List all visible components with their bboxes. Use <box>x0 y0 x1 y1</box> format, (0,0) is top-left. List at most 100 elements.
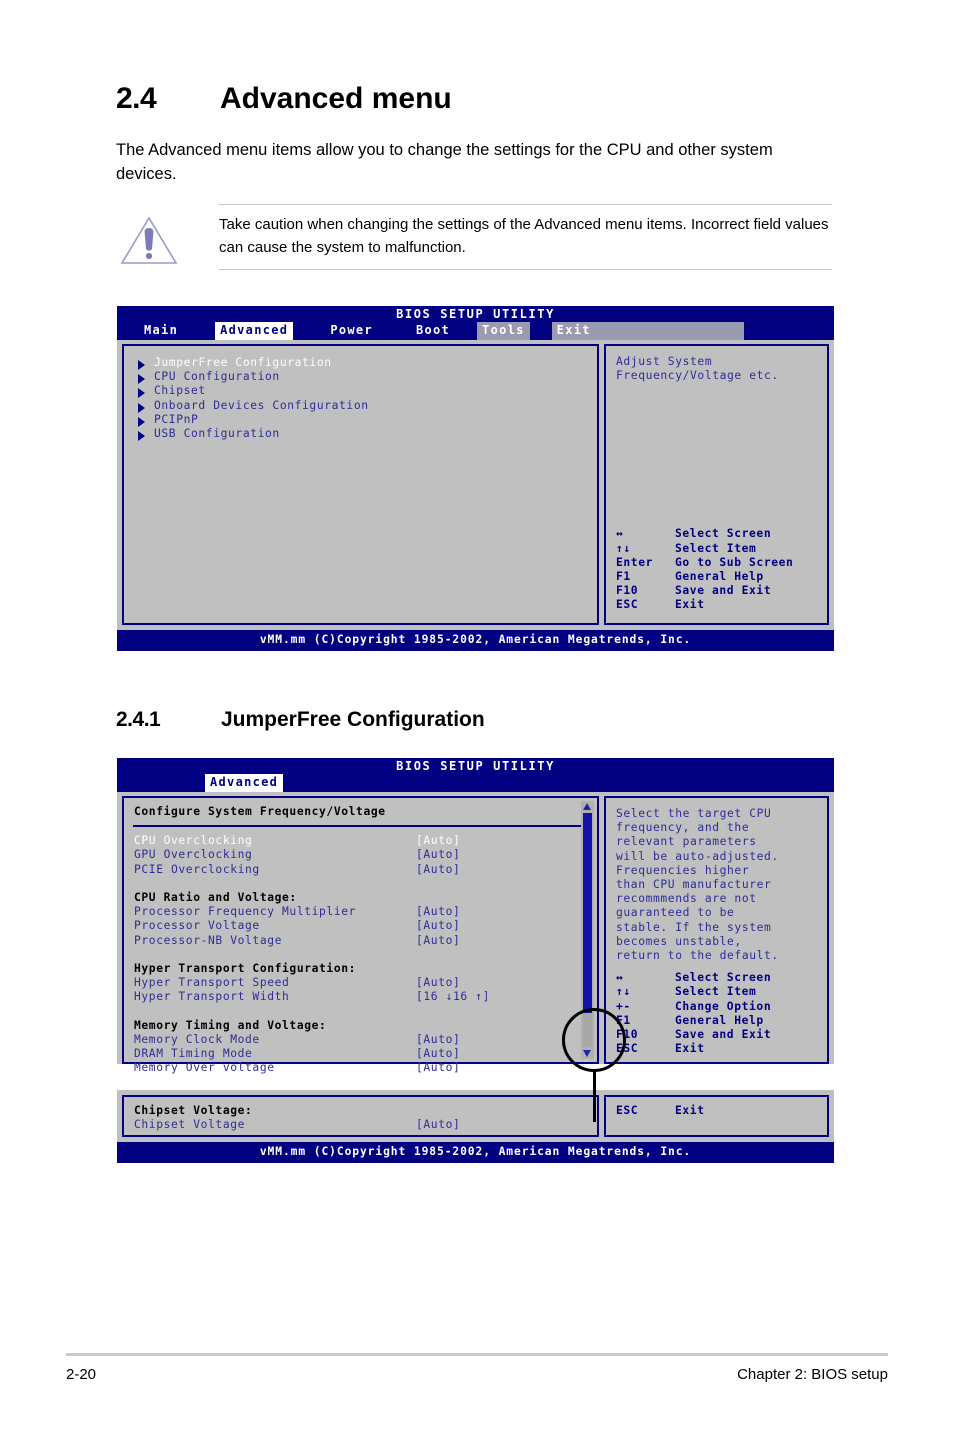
bios-help-text: Adjust System Frequency/Voltage etc. <box>616 355 779 383</box>
submenu-arrow-icon <box>138 431 145 442</box>
setting-row-memory-clock-mode[interactable]: Memory Clock Mode [Auto] <box>124 1033 597 1047</box>
bios-copyright-footer: vMM.mm (C)Copyright 1985-2002, American … <box>117 630 834 652</box>
bios-help-pane: Select the target CPU frequency, and the… <box>604 796 829 1064</box>
bios-menu-item-boot[interactable]: Boot <box>411 322 455 339</box>
setting-row-processor-nb-voltage[interactable]: Processor-NB Voltage [Auto] <box>124 934 597 948</box>
bios-menu-list: JumperFree Configuration CPU Configurati… <box>124 346 597 623</box>
bios-screenshot-advanced-menu: BIOS SETUP UTILITY Main Advanced Power B… <box>117 306 834 652</box>
section-title: JumperFree Configuration <box>221 708 485 731</box>
setting-value: [16 ↓16 ↑] <box>416 990 491 1004</box>
settings-group-header-hyper-transport: Hyper Transport Configuration: <box>124 962 597 976</box>
bios-copyright-footer: vMM.mm (C)Copyright 1985-2002, American … <box>117 1142 834 1164</box>
setting-label: CPU Overclocking <box>134 834 253 848</box>
key-glyph: Enter <box>616 555 654 569</box>
section-number: 2.4 <box>116 82 157 115</box>
key-legend-row: ↔ Select Screen <box>616 527 818 541</box>
setting-row-chipset-voltage[interactable]: Chipset Voltage [Auto] <box>124 1118 597 1132</box>
bios-submenu-pcipnp[interactable]: PCIPnP <box>124 413 597 427</box>
key-desc: Save and Exit <box>675 1028 772 1042</box>
bios-title-bar: BIOS SETUP UTILITY Main Advanced Power B… <box>117 306 834 340</box>
bios-menu-item-power[interactable]: Power <box>325 322 378 339</box>
bios-menu-item-exit[interactable]: Exit <box>551 322 596 340</box>
bios-submenu-cpu-configuration[interactable]: CPU Configuration <box>124 370 597 385</box>
key-glyph: ESC <box>616 598 639 612</box>
setting-value: [Auto] <box>416 933 461 947</box>
divider <box>133 825 588 828</box>
bios-body: Chipset Voltage: Chipset Voltage [Auto] … <box>117 1090 834 1142</box>
callout-leader-line <box>593 1070 596 1122</box>
key-glyph: F10 <box>616 584 639 598</box>
bios-submenu-onboard-devices[interactable]: Onboard Devices Configuration <box>124 399 597 413</box>
key-legend-row: ESC Exit <box>616 598 818 612</box>
bios-help-pane: ESC Exit <box>604 1095 829 1137</box>
bios-screenshot-jumperfree: BIOS SETUP UTILITY Advanced Configure Sy… <box>117 758 834 1074</box>
bios-menu-item-main[interactable]: Main <box>139 322 183 339</box>
key-legend-row: Enter Go to Sub Screen <box>616 556 818 570</box>
settings-section-subhead: Configure System Frequency/Voltage <box>134 805 386 818</box>
setting-row-dram-timing-mode[interactable]: DRAM Timing Mode [Auto] <box>124 1047 597 1061</box>
bios-main-pane: JumperFree Configuration CPU Configurati… <box>122 344 599 625</box>
key-desc: Go to Sub Screen <box>675 555 794 569</box>
key-desc: Exit <box>675 1104 705 1117</box>
caution-note-box: Take caution when changing the settings … <box>219 204 832 270</box>
setting-row-cpu-overclocking[interactable]: CPU Overclocking [Auto] <box>124 834 597 848</box>
key-desc: Select Screen <box>675 527 772 541</box>
key-glyph: ↑↓ <box>616 985 631 999</box>
bios-key-legend: ↔ Select Screen ↑↓ Select Item +- Change Op… <box>606 971 827 1056</box>
setting-row-gpu-overclocking[interactable]: GPU Overclocking [Auto] <box>124 848 597 862</box>
scrollbar-thumb[interactable] <box>583 813 592 1013</box>
caution-note: Take caution when changing the settings … <box>116 204 832 270</box>
bios-menu-item-tools[interactable]: Tools <box>477 322 530 340</box>
key-glyph: F1 <box>616 570 631 584</box>
key-desc: Exit <box>675 598 705 612</box>
bios-submenu-usb-configuration[interactable]: USB Configuration <box>124 427 597 442</box>
submenu-label: Chipset <box>154 384 206 398</box>
bios-body: JumperFree Configuration CPU Configurati… <box>117 340 834 630</box>
setting-label: GPU Overclocking <box>134 848 253 862</box>
key-legend-row: F1 General Help <box>616 570 818 584</box>
setting-value: [Auto] <box>416 1033 461 1046</box>
setting-label: DRAM Timing Mode <box>134 1047 253 1061</box>
footer-divider <box>66 1353 888 1356</box>
setting-row-pcie-overclocking[interactable]: PCIE Overclocking [Auto] <box>124 863 597 877</box>
setting-row-processor-frequency-multiplier[interactable]: Processor Frequency Multiplier [Auto] <box>124 905 597 919</box>
setting-row-hyper-transport-speed[interactable]: Hyper Transport Speed [Auto] <box>124 976 597 990</box>
bios-help-pane: Adjust System Frequency/Voltage etc. ↔ Se… <box>604 344 829 625</box>
key-legend-row: F10 Save and Exit <box>616 584 818 598</box>
key-legend-row: ↑↓ Select Item <box>616 542 818 556</box>
page-number: 2-20 <box>66 1366 97 1383</box>
setting-row-hyper-transport-width[interactable]: Hyper Transport Width [16 ↓16 ↑] <box>124 990 597 1004</box>
submenu-label: PCIPnP <box>154 412 199 426</box>
key-glyph: ↑↓ <box>616 541 631 555</box>
section-heading-2-4: 2.4 Advanced menu <box>116 82 452 116</box>
key-legend-row: ESC Exit <box>616 1104 818 1118</box>
bios-menu-item-advanced[interactable]: Advanced <box>215 322 294 340</box>
submenu-arrow-icon <box>138 360 145 370</box>
setting-row-memory-over-voltage[interactable]: Memory Over voltage [Auto] <box>124 1061 597 1075</box>
submenu-arrow-icon <box>138 374 145 385</box>
key-glyph: ↔ <box>616 971 624 985</box>
group-header-label: Chipset Voltage: <box>134 1104 253 1117</box>
scroll-up-arrow-icon[interactable] <box>582 801 593 812</box>
bios-menu-item-advanced[interactable]: Advanced <box>205 774 284 792</box>
setting-value: [Auto] <box>416 834 461 848</box>
setting-value: [Auto] <box>416 862 461 876</box>
key-desc: Change Option <box>675 999 772 1013</box>
setting-row-processor-voltage[interactable]: Processor Voltage [Auto] <box>124 919 597 933</box>
setting-label: Processor Frequency Multiplier <box>134 905 357 919</box>
key-desc: General Help <box>675 570 764 584</box>
key-legend-row: ESC Exit <box>616 1042 818 1056</box>
setting-label: Hyper Transport Width <box>134 990 290 1004</box>
bios-submenu-chipset[interactable]: Chipset <box>124 384 597 399</box>
submenu-label: JumperFree Configuration <box>154 356 332 369</box>
key-desc: Select Item <box>675 541 757 555</box>
key-legend-row: F1 General Help <box>616 1014 818 1028</box>
bios-key-legend: ESC Exit <box>606 1097 827 1118</box>
section-number: 2.4.1 <box>116 708 161 731</box>
submenu-arrow-icon <box>138 416 145 427</box>
setting-label: PCIE Overclocking <box>134 862 260 876</box>
key-desc: Select Item <box>675 985 757 999</box>
intro-paragraph: The Advanced menu items allow you to cha… <box>116 141 773 184</box>
bios-submenu-jumperfree[interactable]: JumperFree Configuration <box>124 356 597 370</box>
